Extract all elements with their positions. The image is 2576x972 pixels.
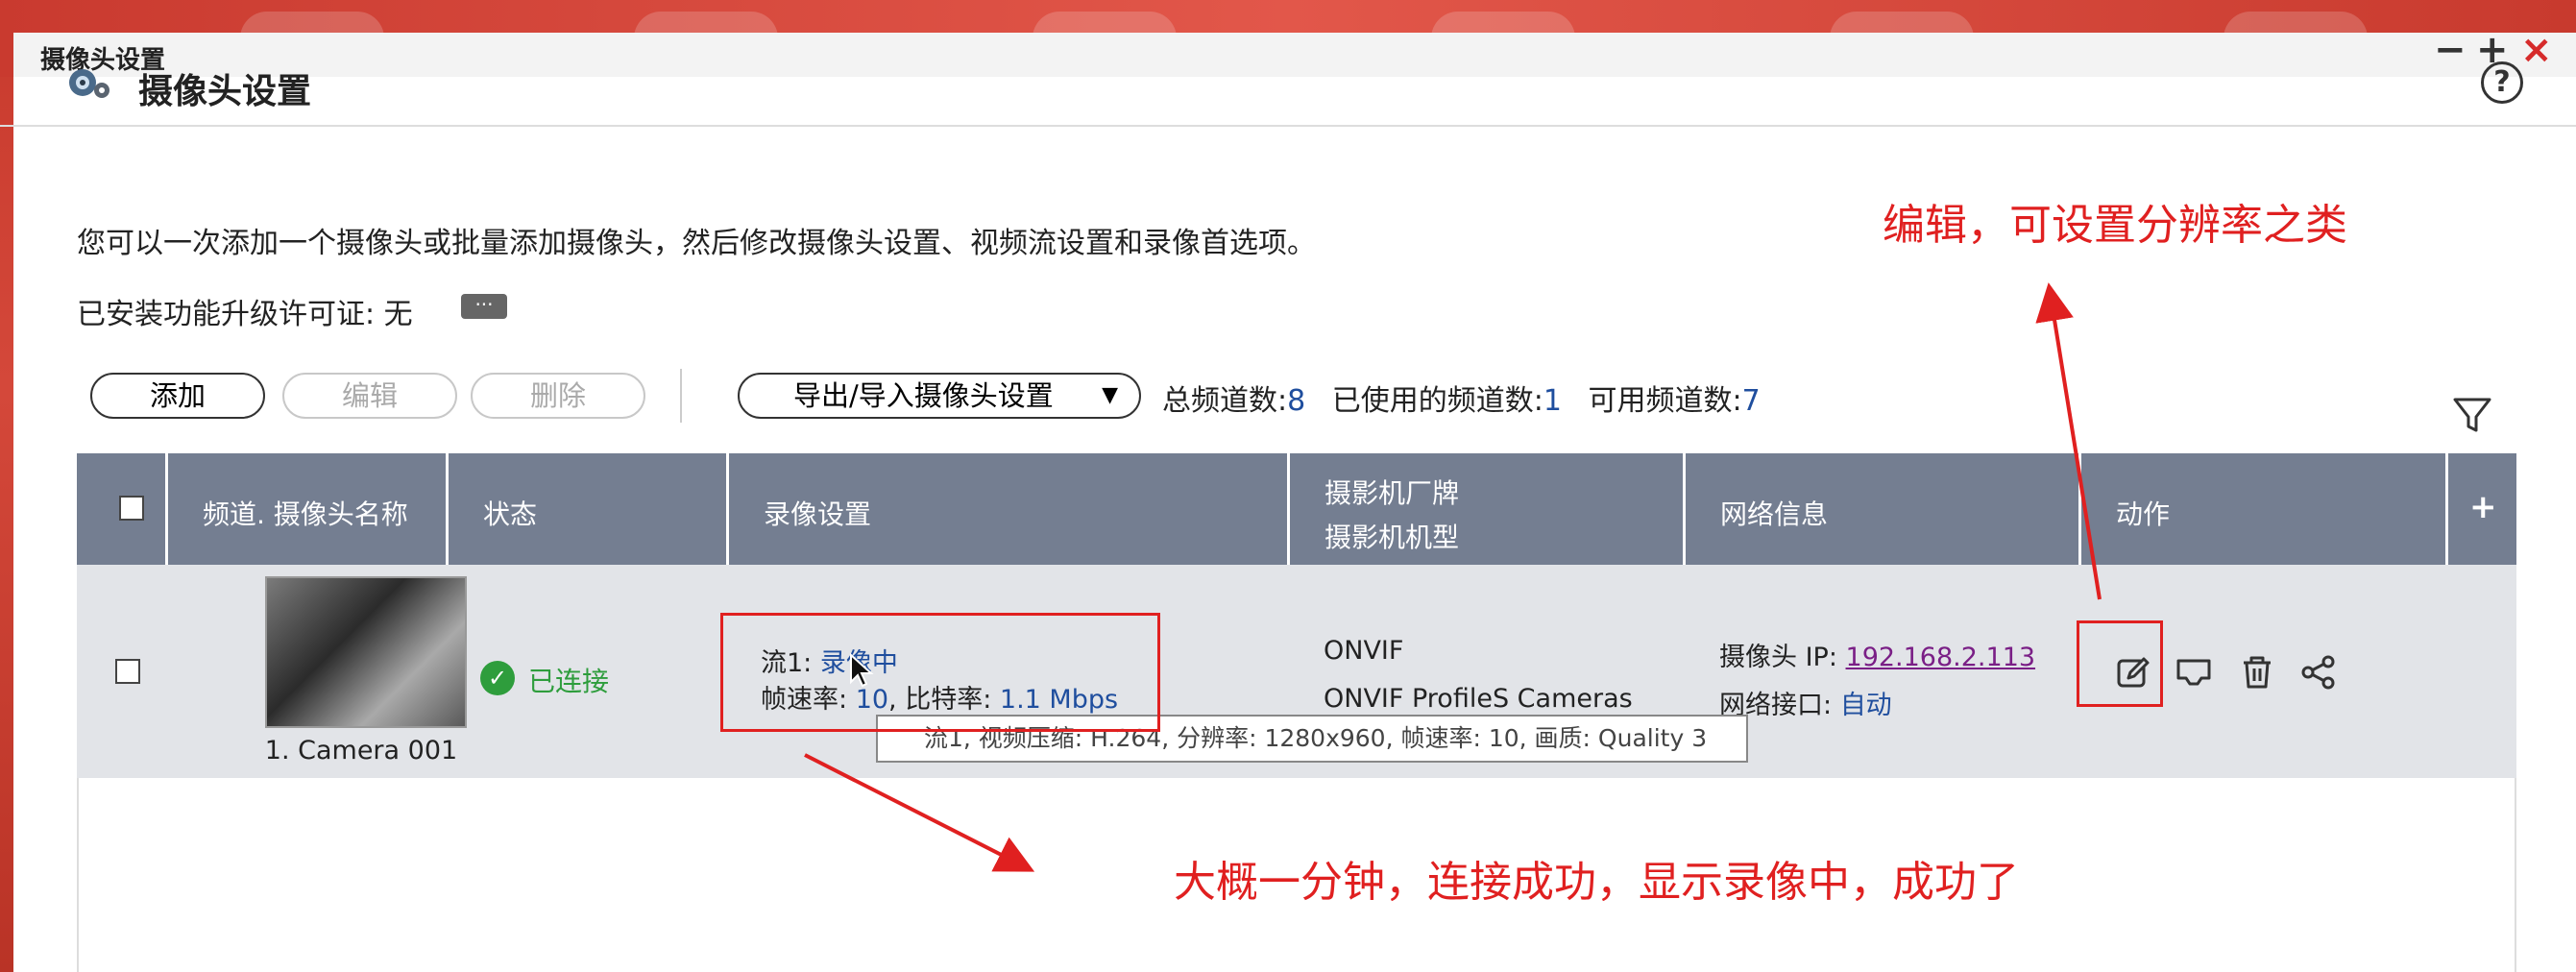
close-button[interactable]: ×: [2520, 31, 2553, 69]
export-import-label: 导出/导入摄像头设置: [793, 379, 1054, 412]
column-status[interactable]: 状态: [446, 453, 726, 565]
monitor-icon[interactable]: [2175, 653, 2213, 692]
success-annotation: 大概一分钟，连接成功，显示录像中，成功了: [1174, 858, 2019, 907]
page-title: 摄像头设置: [138, 72, 312, 111]
help-icon[interactable]: ?: [2481, 61, 2523, 104]
check-circle-icon: ✓: [480, 661, 515, 695]
intro-text: 您可以一次添加一个摄像头或批量添加摄像头，然后修改摄像头设置、视频流设置和录像首…: [77, 227, 1316, 260]
camera-vendor: ONVIF: [1324, 636, 1404, 666]
column-channel-name[interactable]: 频道. 摄像头名称: [165, 453, 446, 565]
available-channels-value: 7: [1741, 384, 1761, 418]
total-channels-label: 总频道数:: [1162, 384, 1288, 418]
used-channels-value: 1: [1543, 384, 1562, 418]
chevron-down-icon: ▼: [1102, 383, 1118, 407]
camera-ip: 摄像头 IP: 192.168.2.113: [1719, 643, 2036, 672]
column-network[interactable]: 网络信息: [1683, 453, 2078, 565]
column-vendor-model[interactable]: 摄影机厂牌 摄影机机型: [1287, 453, 1683, 565]
trash-icon[interactable]: [2238, 653, 2276, 692]
edit-button[interactable]: 编辑: [282, 373, 457, 419]
share-icon[interactable]: [2299, 653, 2338, 692]
export-import-dropdown[interactable]: 导出/导入摄像头设置 ▼: [738, 373, 1141, 419]
add-button[interactable]: 添加: [90, 373, 265, 419]
license-text: 已安装功能升级许可证: 无: [77, 298, 413, 331]
delete-button[interactable]: 删除: [471, 373, 645, 419]
camera-settings-icon: [69, 69, 109, 98]
recording-highlight-box: [720, 613, 1160, 732]
minimize-button[interactable]: −: [2434, 31, 2467, 69]
row-checkbox[interactable]: [115, 659, 140, 684]
camera-thumbnail[interactable]: [265, 576, 467, 728]
camera-ip-link[interactable]: 192.168.2.113: [1846, 643, 2036, 672]
camera-model: ONVIF ProfileS Cameras: [1324, 684, 1633, 714]
column-recording[interactable]: 录像设置: [726, 453, 1287, 565]
add-column-button[interactable]: +: [2445, 453, 2516, 565]
header-divider: [0, 125, 2576, 127]
select-all-checkbox[interactable]: [119, 496, 144, 521]
status-badge: 已连接: [528, 666, 610, 697]
table-header: 频道. 摄像头名称 状态 录像设置 摄影机厂牌 摄影机机型 网络信息 动作 +: [77, 453, 2516, 565]
available-channels-label: 可用频道数:: [1588, 384, 1742, 418]
total-channels-value: 8: [1287, 384, 1306, 418]
channel-counts: 总频道数:8 已使用的频道数:1 可用频道数:7: [1162, 377, 1761, 419]
toolbar-separator: [680, 369, 682, 423]
license-more-button[interactable]: ···: [461, 294, 507, 319]
edit-annotation: 编辑，可设置分辨率之类: [1883, 201, 2347, 250]
used-channels-label: 已使用的频道数:: [1331, 384, 1543, 418]
window-titlebar: 摄像头设置: [13, 33, 2576, 77]
edit-highlight-box: [2077, 620, 2163, 707]
mouse-cursor-icon: [850, 653, 874, 688]
filter-icon[interactable]: [2451, 394, 2493, 436]
camera-name[interactable]: 1. Camera 001: [217, 736, 505, 765]
